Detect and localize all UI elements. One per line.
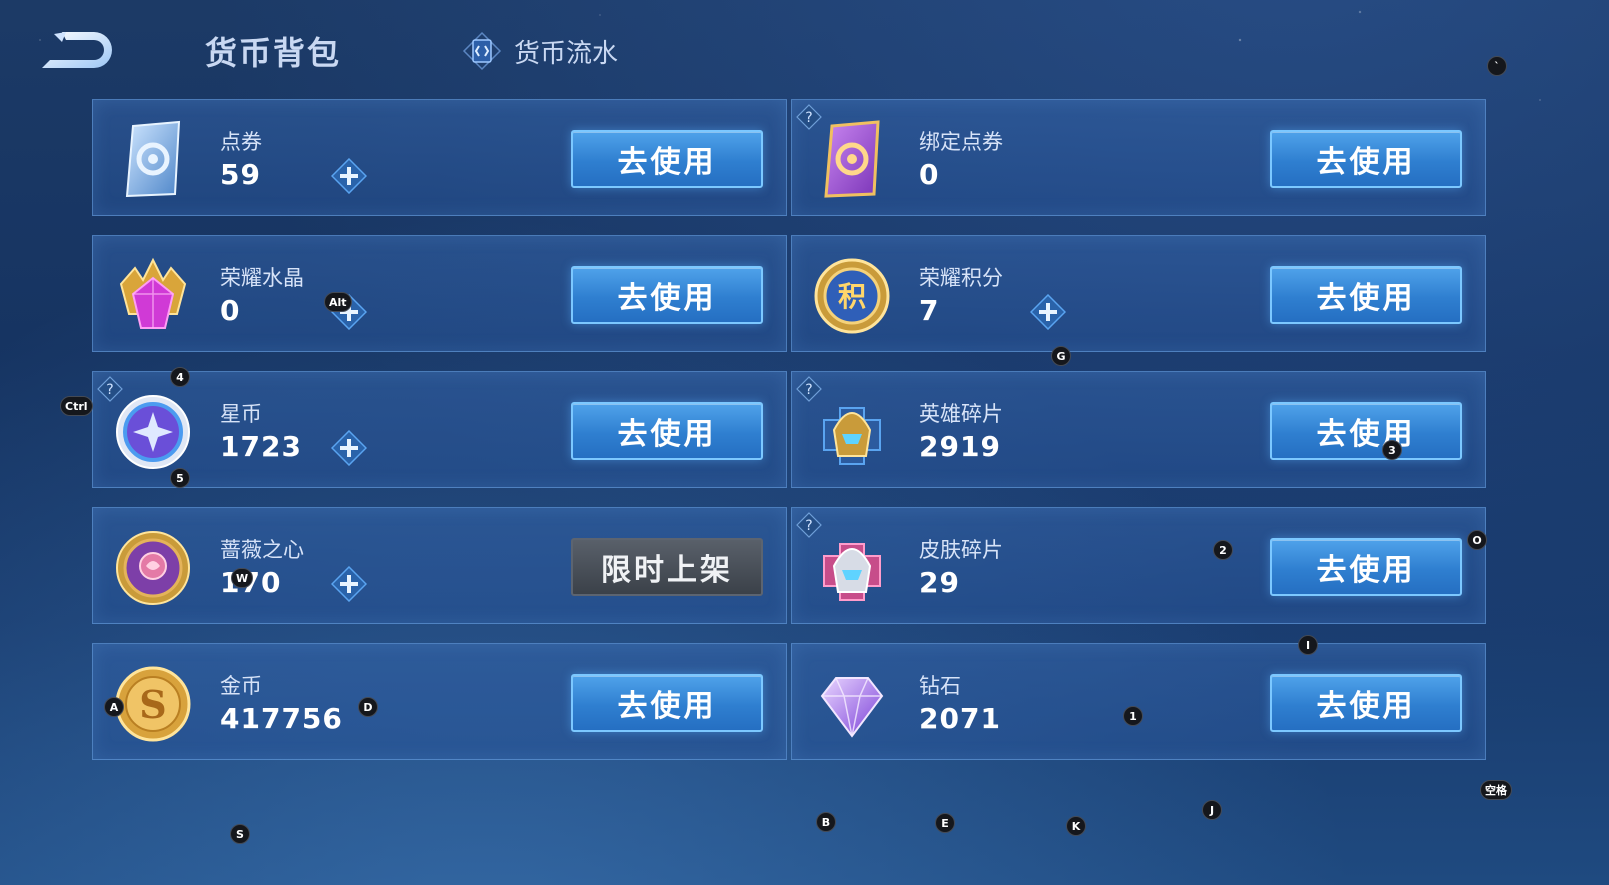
key-hint-w: W <box>231 568 254 588</box>
key-hint-e: E <box>935 813 955 833</box>
key-hint-b: B <box>816 812 836 832</box>
currency-flow-link[interactable]: 货币流水 <box>462 28 618 74</box>
diamond-icon <box>820 677 884 738</box>
use-bound-voucher-button[interactable]: 去使用 <box>1270 130 1462 188</box>
key-hint-k: K <box>1066 816 1086 836</box>
currency-card-diamond: 钻石 2071 去使用 <box>791 643 1486 760</box>
key-hint-ctrl: Ctrl <box>60 396 93 416</box>
key-hint-space: 空格 <box>1480 780 1512 800</box>
key-hint-s: S <box>230 824 250 844</box>
currency-card-glory-points: 积 荣耀积分 7 去使用 <box>791 235 1486 352</box>
use-glory-crystal-button[interactable]: 去使用 <box>571 266 763 324</box>
currency-card-skin-fragment: ? 皮肤碎片 29 去使用 <box>791 507 1486 624</box>
currency-value: 0 <box>919 158 940 191</box>
use-hero-fragment-button[interactable]: 去使用 <box>1270 402 1462 460</box>
page-title: 货币背包 <box>205 34 342 72</box>
add-voucher-button[interactable] <box>331 158 367 194</box>
currency-value: 59 <box>220 158 261 191</box>
key-hint-alt: Alt <box>324 292 352 312</box>
skin-fragment-icon <box>823 543 881 601</box>
bound-voucher-icon <box>824 120 880 198</box>
currency-name: 荣耀积分 <box>919 266 1003 290</box>
currency-card-glory-crystal: 荣耀水晶 0 去使用 <box>92 235 787 352</box>
svg-text:积: 积 <box>838 280 866 313</box>
key-hint-4: 4 <box>170 367 190 387</box>
currency-name: 钻石 <box>919 674 961 698</box>
currency-name: 皮肤碎片 <box>919 538 1003 562</box>
currency-value: 417756 <box>220 702 343 735</box>
currency-flow-label: 货币流水 <box>514 38 619 69</box>
back-button[interactable] <box>36 26 118 76</box>
key-hint-g: G <box>1051 346 1071 366</box>
key-hint-2: 2 <box>1213 540 1233 560</box>
key-hint-j: J <box>1202 800 1222 820</box>
ledger-icon <box>462 31 502 71</box>
key-hint-i: I <box>1298 635 1318 655</box>
currency-card-voucher: 点券 59 去使用 <box>92 99 787 216</box>
currency-value: 7 <box>919 294 940 327</box>
key-hint-3: 3 <box>1382 440 1402 460</box>
hero-fragment-icon <box>823 407 881 465</box>
use-skin-fragment-button[interactable]: 去使用 <box>1270 538 1462 596</box>
use-voucher-button[interactable]: 去使用 <box>571 130 763 188</box>
key-hint-a: A <box>104 697 124 717</box>
currency-name: 点券 <box>220 130 262 154</box>
currency-name: 金币 <box>220 674 262 698</box>
currency-value: 2071 <box>919 702 1001 735</box>
currency-value: 1723 <box>220 430 302 463</box>
rose-heart-icon <box>116 531 190 605</box>
key-hint-o: O <box>1467 530 1487 550</box>
svg-text:S: S <box>139 682 166 727</box>
currency-card-bound-voucher: ? 绑定点券 0 去使用 <box>791 99 1486 216</box>
currency-card-hero-fragment: ? 英雄碎片 2919 去使用 <box>791 371 1486 488</box>
use-glory-points-button[interactable]: 去使用 <box>1270 266 1462 324</box>
limited-time-listing-button[interactable]: 限时上架 <box>571 538 763 596</box>
currency-name: 绑定点券 <box>919 130 1003 154</box>
currency-name: 荣耀水晶 <box>220 266 304 290</box>
currency-value: 2919 <box>919 430 1001 463</box>
add-rose-heart-button[interactable] <box>331 566 367 602</box>
use-star-coin-button[interactable]: 去使用 <box>571 402 763 460</box>
star-coin-icon <box>116 395 190 469</box>
key-hint-d: D <box>358 697 378 717</box>
currency-name: 英雄碎片 <box>919 402 1003 426</box>
key-hint-1: 1 <box>1123 706 1143 726</box>
currency-card-rose-heart: 蔷薇之心 170 限时上架 <box>92 507 787 624</box>
glory-crystal-icon <box>119 257 187 329</box>
currency-value: 29 <box>919 566 960 599</box>
voucher-icon <box>125 120 181 198</box>
currency-name: 星币 <box>220 402 262 426</box>
use-gold-coin-button[interactable]: 去使用 <box>571 674 763 732</box>
key-hint-5: 5 <box>170 468 190 488</box>
currency-value: 0 <box>220 294 241 327</box>
currency-name: 蔷薇之心 <box>220 538 304 562</box>
add-glory-points-button[interactable] <box>1030 294 1066 330</box>
add-star-coin-button[interactable] <box>331 430 367 466</box>
glory-points-icon: 积 <box>814 258 890 334</box>
currency-card-star-coin: ? 星币 1723 去使用 <box>92 371 787 488</box>
use-diamond-button[interactable]: 去使用 <box>1270 674 1462 732</box>
key-hint-backtick: ` <box>1487 56 1507 76</box>
back-arrow-icon <box>42 32 112 68</box>
currency-card-gold-coin: S 金币 417756 去使用 <box>92 643 787 760</box>
